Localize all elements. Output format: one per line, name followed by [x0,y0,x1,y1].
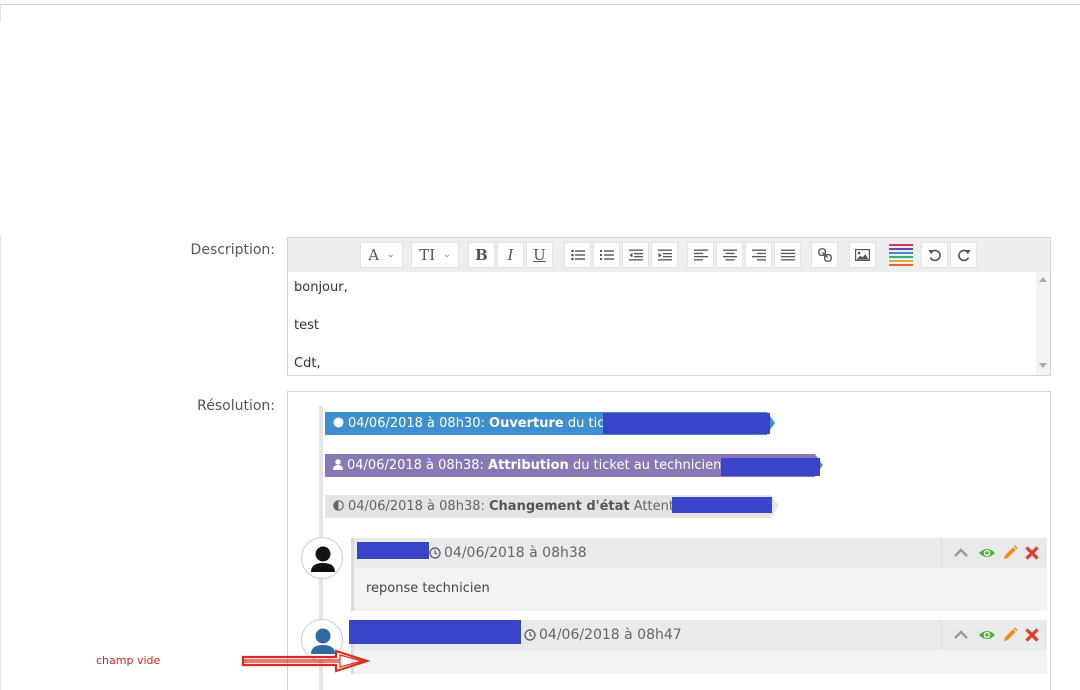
color-button[interactable] [887,242,914,268]
justify-button[interactable] [774,242,801,268]
eye-icon[interactable] [978,626,996,644]
redacted-author [357,542,429,559]
editor-line: test [294,318,319,333]
color-icon [888,244,913,266]
redacted-block [721,458,820,476]
left-border [0,236,1,690]
clock-icon [429,547,441,563]
collapse-chevron-up-icon[interactable] [952,544,970,562]
event-text: du ticket au technicien [572,458,722,473]
editor-scrollbar[interactable] [1036,272,1050,375]
scroll-up-icon[interactable] [1039,277,1047,282]
redo-button[interactable] [950,242,977,268]
redacted-block [603,413,770,434]
eye-icon[interactable] [978,544,996,562]
chevron-down-icon: ⌄ [443,250,451,260]
annotation-arrow-icon [241,649,371,673]
link-icon [817,248,832,262]
comment-header: 04/06/2018 à 08h47 [349,620,1047,650]
bold-button[interactable]: B [468,242,495,268]
numbered-list-icon [599,250,614,260]
top-divider-tick [0,4,1,22]
comment-body: reponse technicien [366,581,490,596]
black-user-avatar [301,537,343,579]
event-date: 04/06/2018 à 08h38: [348,499,485,514]
align-center-button[interactable] [716,242,743,268]
font-size-icon: TI [419,246,436,264]
redacted-author [349,620,521,644]
event-action: Ouverture [489,416,564,431]
comment-item: 04/06/2018 à 08h38 reponse technicien [351,538,1047,611]
event-action: Attribution [488,458,569,473]
editor-content[interactable]: bonjour, test Cdt, [294,278,1024,392]
delete-x-icon[interactable] [1023,626,1041,644]
comment-actions [941,538,1047,568]
comment-date: 04/06/2018 à 08h38 [429,545,587,563]
circle-icon [333,413,344,436]
pencil-icon[interactable] [1001,626,1019,644]
comment-date: 04/06/2018 à 08h47 [524,627,682,645]
resolution-label: Résolution: [197,398,275,414]
indent-icon [657,249,672,261]
font-family-dropdown[interactable]: A ⌄ [360,242,403,268]
pencil-icon[interactable] [1001,544,1019,562]
editor-line: bonjour, [294,280,348,295]
align-right-button[interactable] [745,242,772,268]
image-button[interactable] [849,242,876,268]
event-date: 04/06/2018 à 08h38: [347,458,484,473]
comment-item: 04/06/2018 à 08h47 [349,620,1047,674]
numbered-list-button[interactable] [593,242,620,268]
delete-x-icon[interactable] [1023,544,1041,562]
bold-icon: B [475,246,488,264]
outdent-button[interactable] [622,242,649,268]
description-label: Description: [190,242,275,258]
user-icon [333,455,343,478]
scroll-down-icon[interactable] [1039,363,1047,368]
editor-toolbar: A ⌄ TI ⌄ B I U [288,238,1050,272]
underline-button[interactable]: U [526,242,553,268]
redacted-block [672,497,772,513]
image-icon [855,249,870,261]
editor-line: Cdt, [294,356,321,371]
comment-date-text: 04/06/2018 à 08h47 [539,627,682,643]
font-size-dropdown[interactable]: TI ⌄ [411,242,459,268]
half-circle-icon [333,496,344,519]
align-center-icon [722,249,737,261]
italic-icon: I [507,246,514,264]
font-icon: A [368,246,380,264]
annotation-label: champ vide [96,654,161,667]
top-divider [0,4,1080,5]
undo-button[interactable] [921,242,948,268]
event-date: 04/06/2018 à 08h30: [348,416,485,431]
comment-actions [941,620,1047,650]
event-action: Changement d'état [489,499,630,514]
comment-header: 04/06/2018 à 08h38 [354,538,1047,568]
bullet-list-icon [570,249,585,261]
chevron-down-icon: ⌄ [387,250,395,260]
bullet-list-button[interactable] [564,242,591,268]
undo-icon [928,249,941,262]
indent-button[interactable] [651,242,678,268]
clock-icon [524,629,536,645]
resolution-panel: 04/06/2018 à 08h30: Ouverture du ticket … [287,391,1051,690]
align-left-button[interactable] [687,242,714,268]
description-editor: A ⌄ TI ⌄ B I U bonjour, test Cdt, [287,237,1051,376]
comment-date-text: 04/06/2018 à 08h38 [444,545,587,561]
link-button[interactable] [811,242,838,268]
justify-icon [780,249,795,261]
italic-button[interactable]: I [497,242,524,268]
underline-icon: U [533,246,546,264]
redo-icon [957,249,970,262]
collapse-chevron-up-icon[interactable] [952,626,970,644]
align-right-icon [751,249,766,261]
align-left-icon [693,249,708,261]
outdent-icon [628,249,643,261]
